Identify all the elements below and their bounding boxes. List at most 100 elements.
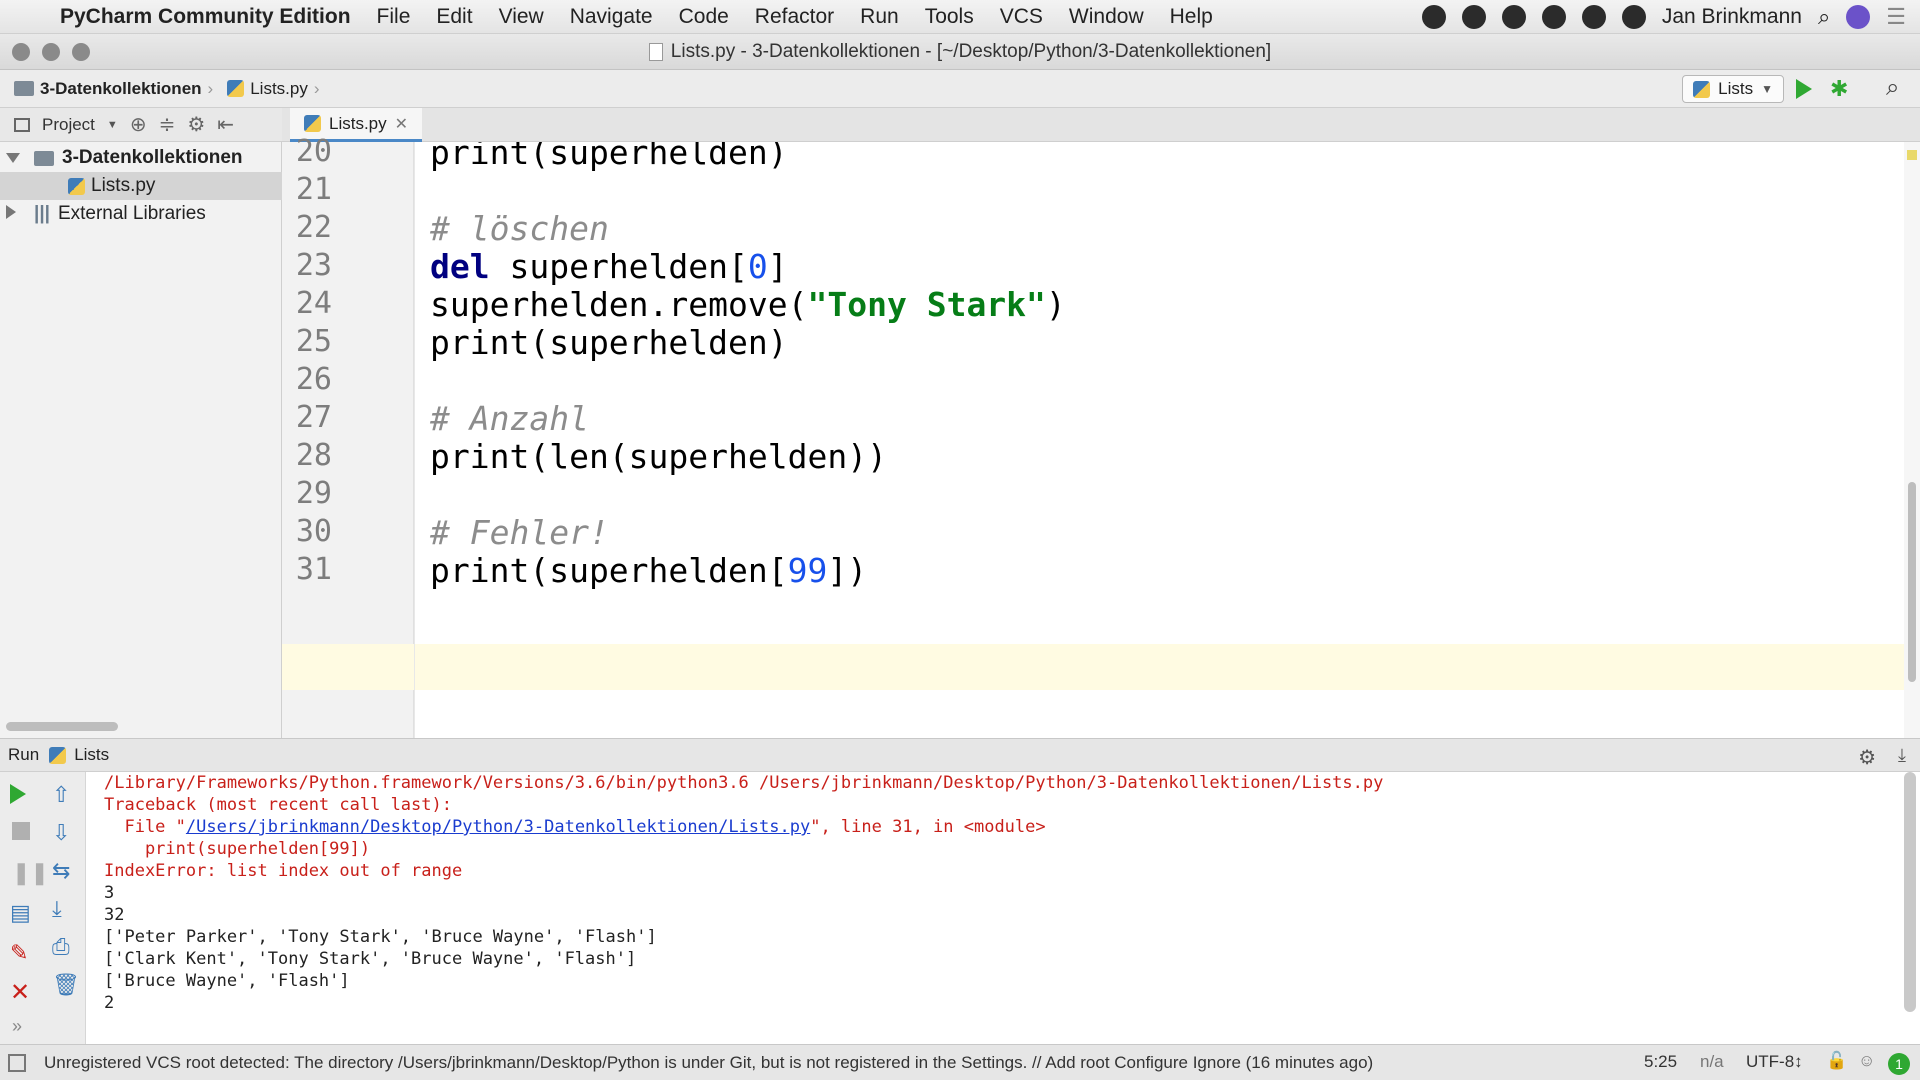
run-config-label[interactable]: Lists xyxy=(74,745,109,765)
status-bar: Unregistered VCS root detected: The dire… xyxy=(0,1044,1920,1080)
python-file-icon xyxy=(1693,80,1711,98)
run-console[interactable]: /Library/Frameworks/Python.framework/Ver… xyxy=(86,772,1920,1044)
search-icon: ⌕ xyxy=(1886,74,1900,101)
search-everywhere-button[interactable]: ⌕ xyxy=(1886,74,1899,102)
menu-file[interactable]: File xyxy=(377,5,411,29)
project-view-selector[interactable]: Project xyxy=(42,115,95,135)
chevron-right-icon: › xyxy=(313,78,320,98)
close-icon: ✕ xyxy=(10,979,31,1006)
close-tab-icon[interactable]: ✕ xyxy=(395,114,408,134)
rerun-button[interactable] xyxy=(10,784,36,810)
locate-file-icon[interactable]: ⊕ xyxy=(130,112,147,137)
spotlight-search-icon[interactable]: ⌕ xyxy=(1818,4,1830,30)
menu-window[interactable]: Window xyxy=(1069,5,1144,29)
run-configuration-dropdown[interactable]: Lists ▼ xyxy=(1682,75,1784,103)
collapse-arrow-icon[interactable] xyxy=(6,205,16,219)
code-line: print(len(superhelden)) xyxy=(430,437,887,476)
expand-arrow-icon[interactable] xyxy=(6,153,20,163)
console-line: 3 xyxy=(104,883,115,903)
plus-status-icon[interactable] xyxy=(1421,5,1446,29)
minimize-window-button[interactable] xyxy=(42,43,60,61)
chevron-right-icon: › xyxy=(207,78,214,98)
project-view-icon xyxy=(14,117,30,132)
debug-button[interactable]: ✱ xyxy=(1830,76,1848,102)
hide-panel-icon[interactable]: ⇤ xyxy=(217,112,234,137)
menu-vcs[interactable]: VCS xyxy=(1000,5,1043,29)
console-line: ['Bruce Wayne', 'Flash'] xyxy=(104,971,350,991)
hide-panel-icon[interactable]: ⤓ xyxy=(1898,745,1906,766)
console-scroll-thumb[interactable] xyxy=(1904,772,1916,1012)
line-number: 23 xyxy=(295,248,332,283)
stop-button[interactable] xyxy=(12,822,38,848)
inspector-icon[interactable]: ☺ xyxy=(1858,1051,1875,1071)
mask-icon[interactable] xyxy=(1541,5,1566,29)
event-log-badge[interactable]: 1 xyxy=(1888,1053,1910,1075)
user-name[interactable]: Jan Brinkmann xyxy=(1662,5,1802,29)
menu-refactor[interactable]: Refactor xyxy=(755,5,834,29)
scroll-to-end-button[interactable]: ⤓ xyxy=(52,896,78,922)
notification-center-icon[interactable]: ☰ xyxy=(1886,4,1906,30)
pin-tab-button[interactable]: ✎ xyxy=(10,940,36,966)
tree-item-external-libraries[interactable]: ||| External Libraries xyxy=(0,200,282,228)
close-window-button[interactable] xyxy=(12,43,30,61)
clear-all-button[interactable]: 🗑 xyxy=(52,972,80,998)
console-line: 2 xyxy=(104,993,115,1013)
caret-position[interactable]: 5:25 xyxy=(1644,1052,1677,1072)
line-number: 24 xyxy=(295,286,332,321)
menu-edit[interactable]: Edit xyxy=(436,5,472,29)
line-separator[interactable]: n/a xyxy=(1700,1052,1724,1072)
file-encoding[interactable]: UTF-8↕ xyxy=(1746,1052,1803,1072)
leaf-icon[interactable] xyxy=(1581,5,1606,29)
menu-tools[interactable]: Tools xyxy=(925,5,974,29)
breadcrumb-file[interactable]: Lists.py › xyxy=(227,78,320,99)
more-actions-button[interactable]: » xyxy=(12,1016,38,1042)
menu-navigate[interactable]: Navigate xyxy=(570,5,653,29)
print-button[interactable]: ⎙ xyxy=(52,934,78,960)
run-button[interactable] xyxy=(1796,79,1812,99)
tree-item-lists-py[interactable]: Lists.py xyxy=(0,172,282,200)
menu-view[interactable]: View xyxy=(499,5,544,29)
gear-icon[interactable]: ⚙ xyxy=(1858,745,1876,770)
soft-wrap-button[interactable]: ⇆ xyxy=(52,858,78,884)
down-stack-button[interactable]: ⇩ xyxy=(52,820,78,846)
breadcrumb-project[interactable]: 3-Datenkollektionen › xyxy=(14,79,213,99)
restore-layout-button[interactable]: ▤ xyxy=(10,900,36,926)
arrow-down-icon: ⇩ xyxy=(52,820,71,845)
horizontal-scrollbar[interactable] xyxy=(6,722,118,731)
code-editor[interactable]: print(superhelden) # löschen del superhe… xyxy=(414,142,1904,738)
editor-vertical-scrollbar[interactable] xyxy=(1904,142,1920,738)
analysis-marker xyxy=(1907,150,1917,160)
line-number: 28 xyxy=(295,438,332,473)
close-run-button[interactable]: ✕ xyxy=(10,978,36,1006)
lock-icon[interactable]: 🔓 xyxy=(1826,1051,1847,1071)
keyword-del: del xyxy=(430,247,490,286)
line-number: 30 xyxy=(295,514,332,549)
menu-code[interactable]: Code xyxy=(679,5,729,29)
line-number: 31 xyxy=(295,552,332,587)
run-tab-label[interactable]: Run xyxy=(8,745,39,765)
tree-item-project-root[interactable]: 3-Datenkollektionen xyxy=(0,144,282,172)
password-manager-icon[interactable] xyxy=(1501,5,1526,29)
console-line: Traceback (most recent call last): xyxy=(104,795,452,815)
status-message[interactable]: Unregistered VCS root detected: The dire… xyxy=(44,1053,1373,1073)
up-stack-button[interactable]: ⇧ xyxy=(52,782,78,808)
zoom-window-button[interactable] xyxy=(72,43,90,61)
code-line: print(superhelden) xyxy=(430,323,788,362)
chevron-down-icon[interactable]: ▼ xyxy=(107,119,118,131)
scroll-thumb[interactable] xyxy=(1908,482,1916,682)
siri-icon[interactable] xyxy=(1846,5,1871,29)
menu-run[interactable]: Run xyxy=(860,5,899,29)
app-name-menu[interactable]: PyCharm Community Edition xyxy=(60,5,351,29)
gear-icon[interactable]: ⚙ xyxy=(187,112,205,137)
tool-windows-toggle-icon[interactable] xyxy=(8,1053,26,1072)
gutter-divider xyxy=(414,142,415,738)
menu-help[interactable]: Help xyxy=(1170,5,1213,29)
pause-button[interactable]: ❚❚ xyxy=(12,860,49,886)
folder-icon xyxy=(14,81,34,96)
creative-cloud-icon[interactable] xyxy=(1461,5,1486,29)
collapse-all-icon[interactable]: ≑ xyxy=(159,112,176,137)
traceback-file-link[interactable]: /Users/jbrinkmann/Desktop/Python/3-Daten… xyxy=(186,817,810,837)
time-machine-icon[interactable] xyxy=(1621,5,1646,29)
console-line-traceback-file: File "/Users/jbrinkmann/Desktop/Python/3… xyxy=(104,817,1046,837)
code-line-current: print(superhelden[99]) xyxy=(430,551,868,590)
